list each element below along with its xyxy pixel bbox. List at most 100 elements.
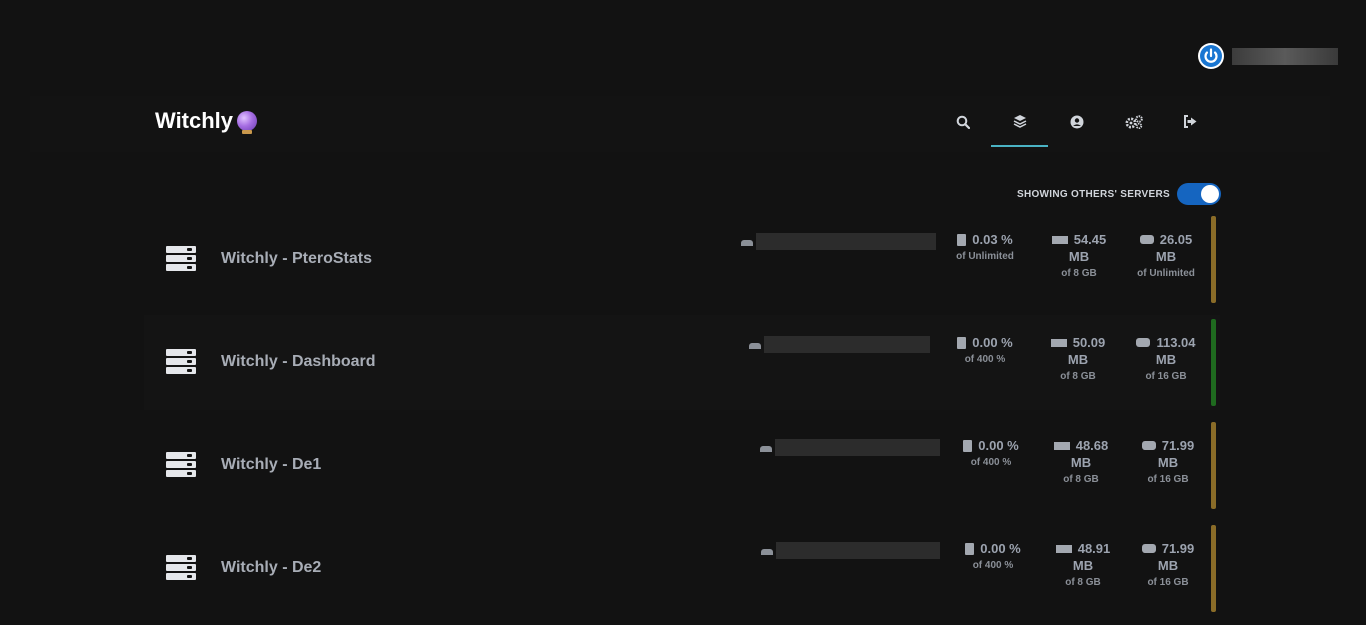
nav-account[interactable] xyxy=(1048,96,1105,147)
ethernet-icon xyxy=(760,443,772,452)
status-bar xyxy=(1211,422,1216,509)
microchip-icon xyxy=(965,542,975,555)
disk-stat: 113.04 MB of 16 GB xyxy=(1128,335,1204,382)
hdd-icon xyxy=(1139,235,1154,244)
brand[interactable]: Witchly xyxy=(155,108,258,134)
layers-icon xyxy=(1013,114,1027,128)
disk-stat: 26.05 MB of Unlimited xyxy=(1128,232,1204,279)
toggle-label: SHOWING OTHERS' SERVERS xyxy=(1016,188,1170,200)
memory-unit: MB xyxy=(1068,249,1090,264)
memory-stat: 48.91 MB of 8 GB xyxy=(1045,541,1121,588)
disk-limit: of 16 GB xyxy=(1147,474,1189,485)
others-servers-toggle[interactable] xyxy=(1177,183,1221,205)
brand-name: Witchly xyxy=(155,108,234,133)
ethernet-icon xyxy=(749,340,761,349)
ethernet-icon xyxy=(741,237,753,246)
allocation xyxy=(761,542,940,559)
cpu-usage: 0.00 % xyxy=(978,438,1019,453)
memory-limit: of 8 GB xyxy=(1061,268,1097,279)
memory-usage: 54.45 xyxy=(1073,232,1107,247)
memory-icon xyxy=(1055,544,1072,553)
server-name: Witchly - Dashboard xyxy=(221,353,376,370)
server-row[interactable]: Witchly - De1 0.00 % of 400 % 48.68 MB o… xyxy=(144,418,1220,513)
disk-stat: 71.99 MB of 16 GB xyxy=(1130,438,1206,485)
server-row[interactable]: Witchly - PteroStats 0.03 % of Unlimited… xyxy=(144,212,1220,307)
cpu-limit: of Unlimited xyxy=(956,251,1014,262)
user-circle-icon xyxy=(1070,115,1084,129)
memory-unit: MB xyxy=(1067,352,1089,367)
disk-stat: 71.99 MB of 16 GB xyxy=(1130,541,1206,588)
ethernet-icon xyxy=(761,546,773,555)
toggle-knob xyxy=(1201,185,1219,203)
cpu-stat: 0.00 % of 400 % xyxy=(947,335,1023,365)
disk-limit: of Unlimited xyxy=(1137,268,1195,279)
memory-limit: of 8 GB xyxy=(1063,474,1099,485)
server-name: Witchly - PteroStats xyxy=(221,250,372,267)
others-servers-toggle-row: SHOWING OTHERS' SERVERS xyxy=(1000,183,1221,205)
nav-servers[interactable] xyxy=(991,96,1048,147)
status-bar xyxy=(1211,216,1216,303)
disk-usage: 71.99 xyxy=(1161,438,1195,453)
allocation-redacted xyxy=(764,336,930,353)
nav-admin[interactable] xyxy=(1105,96,1162,147)
nav-icons xyxy=(934,96,1219,147)
memory-stat: 50.09 MB of 8 GB xyxy=(1040,335,1116,382)
memory-stat: 48.68 MB of 8 GB xyxy=(1043,438,1119,485)
cpu-limit: of 400 % xyxy=(970,457,1012,468)
server-icon xyxy=(166,246,196,273)
disk-usage: 71.99 xyxy=(1161,541,1195,556)
server-icon xyxy=(166,349,196,376)
hdd-icon xyxy=(1141,544,1156,553)
allocation xyxy=(749,336,930,353)
microchip-icon xyxy=(957,233,967,246)
cpu-usage: 0.03 % xyxy=(972,232,1013,247)
crystal-ball-icon xyxy=(237,111,258,134)
server-name: Witchly - De2 xyxy=(221,559,322,576)
disk-unit: MB xyxy=(1155,352,1177,367)
server-row[interactable]: Witchly - Dashboard 0.00 % of 400 % 50.0… xyxy=(144,315,1220,410)
server-icon xyxy=(166,555,196,582)
memory-stat: 54.45 MB of 8 GB xyxy=(1041,232,1117,279)
disk-usage: 26.05 xyxy=(1159,232,1193,247)
status-bar xyxy=(1211,319,1216,406)
memory-usage: 48.91 xyxy=(1077,541,1111,556)
hdd-icon xyxy=(1141,441,1156,450)
disk-limit: of 16 GB xyxy=(1145,371,1187,382)
memory-limit: of 8 GB xyxy=(1065,577,1101,588)
disk-unit: MB xyxy=(1157,558,1179,573)
username-redacted xyxy=(1232,47,1338,65)
search-icon xyxy=(956,115,970,129)
cpu-stat: 0.00 % of 400 % xyxy=(953,438,1029,468)
cpu-limit: of 400 % xyxy=(964,354,1006,365)
power-icon[interactable] xyxy=(1198,43,1224,69)
memory-limit: of 8 GB xyxy=(1060,371,1096,382)
cpu-stat: 0.00 % of 400 % xyxy=(955,541,1031,571)
server-list: Witchly - PteroStats 0.03 % of Unlimited… xyxy=(144,212,1220,624)
sign-out-icon xyxy=(1183,115,1198,128)
server-name: Witchly - De1 xyxy=(221,456,322,473)
allocation-redacted xyxy=(756,233,936,250)
hdd-icon xyxy=(1136,338,1151,347)
user-menu[interactable] xyxy=(1198,43,1338,69)
memory-usage: 50.09 xyxy=(1072,335,1106,350)
memory-icon xyxy=(1053,441,1070,450)
disk-limit: of 16 GB xyxy=(1147,577,1189,588)
memory-icon xyxy=(1050,338,1067,347)
disk-unit: MB xyxy=(1157,455,1179,470)
microchip-icon xyxy=(963,439,973,452)
allocation-redacted xyxy=(775,439,940,456)
status-bar xyxy=(1211,525,1216,612)
cogs-icon xyxy=(1125,114,1143,129)
cpu-stat: 0.03 % of Unlimited xyxy=(947,232,1023,262)
nav-logout[interactable] xyxy=(1162,96,1219,147)
nav-search[interactable] xyxy=(934,96,991,147)
navbar: Witchly xyxy=(30,96,1330,152)
allocation xyxy=(760,439,940,456)
memory-unit: MB xyxy=(1070,455,1092,470)
server-row[interactable]: Witchly - De2 0.00 % of 400 % 48.91 MB o… xyxy=(144,521,1220,616)
allocation xyxy=(741,233,936,250)
microchip-icon xyxy=(957,336,967,349)
disk-unit: MB xyxy=(1155,249,1177,264)
memory-icon xyxy=(1051,235,1068,244)
server-icon xyxy=(166,452,196,479)
